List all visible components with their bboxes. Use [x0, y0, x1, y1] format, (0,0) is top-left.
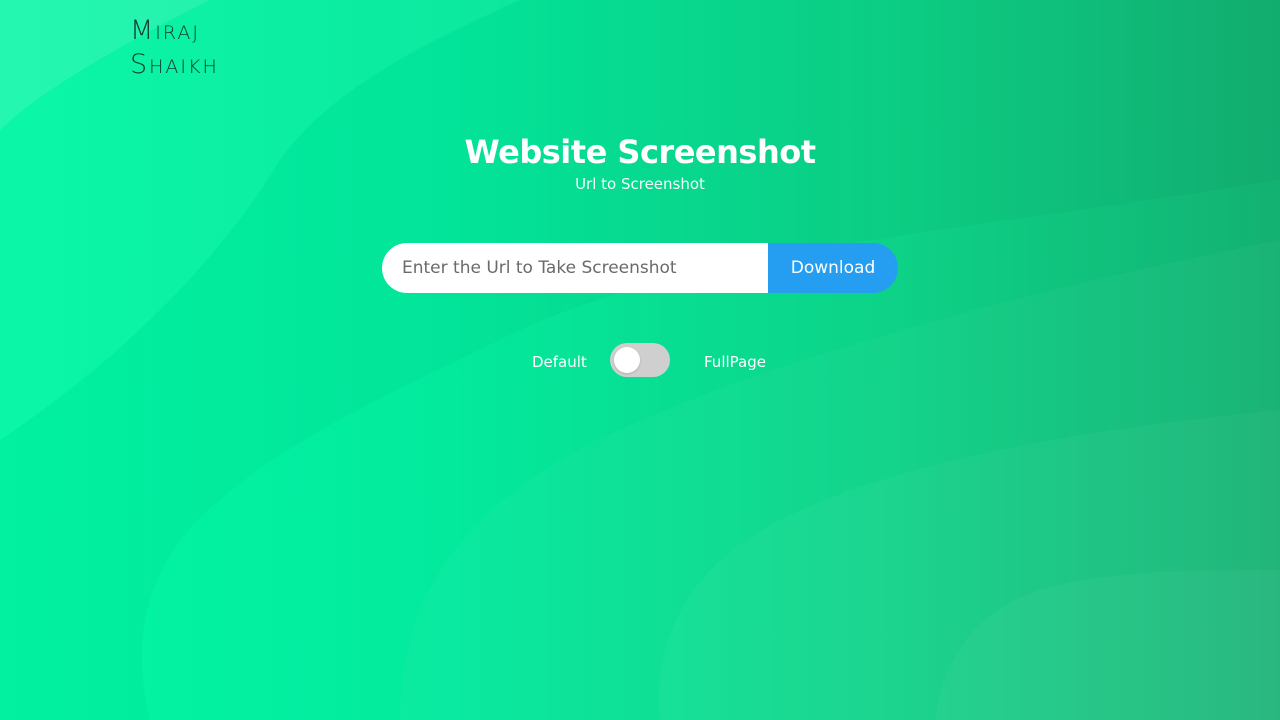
fullpage-toggle[interactable]: [610, 343, 670, 377]
hero-section: Website Screenshot Url to Screenshot: [0, 132, 1280, 194]
brand-logo-line-1: Miraj: [130, 15, 200, 46]
fullpage-mode-label: FullPage: [704, 353, 766, 371]
default-mode-label: Default: [532, 353, 587, 371]
screenshot-mode-selector: Default FullPage: [0, 343, 1280, 377]
page-title: Website Screenshot: [464, 133, 816, 171]
brand-logo-line-2: Shaikh: [130, 49, 219, 80]
brand-logo[interactable]: Miraj Shaikh: [130, 14, 219, 82]
toggle-knob: [614, 347, 640, 373]
url-form: Download: [382, 243, 898, 293]
page-subtitle: Url to Screenshot: [575, 175, 705, 193]
download-button[interactable]: Download: [768, 243, 898, 293]
url-input[interactable]: [382, 243, 768, 293]
